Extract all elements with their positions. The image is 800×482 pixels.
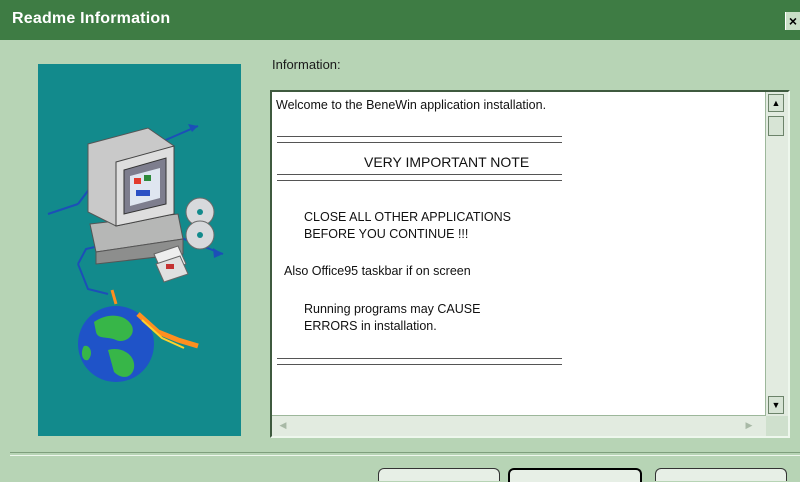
setup-illustration	[38, 64, 241, 436]
close-apps-line2: BEFORE YOU CONTINUE !!!	[304, 227, 469, 241]
close-button[interactable]: ×	[785, 12, 800, 30]
next-button[interactable]	[508, 468, 642, 482]
running-programs-line1: Running programs may CAUSE	[304, 302, 481, 316]
close-apps-line1: CLOSE ALL OTHER APPLICATIONS	[304, 210, 512, 224]
scroll-thumb[interactable]	[768, 116, 784, 136]
cd-icon	[185, 197, 215, 250]
welcome-text: Welcome to the BeneWin application insta…	[276, 98, 547, 112]
back-button[interactable]	[378, 468, 500, 481]
cancel-button[interactable]	[655, 468, 787, 481]
scrollbar-corner	[766, 416, 788, 436]
running-programs-line2: ERRORS in installation.	[304, 319, 437, 333]
scroll-up-button[interactable]: ▲	[768, 94, 784, 112]
office-taskbar-note: Also Office95 taskbar if on screen	[284, 264, 471, 278]
footer-divider	[10, 452, 800, 456]
information-label: Information:	[272, 57, 341, 72]
computer-icon	[87, 127, 184, 265]
separator-line	[277, 136, 562, 143]
setup-illustration-art	[47, 124, 224, 382]
readme-textbox[interactable]: Welcome to the BeneWin application insta…	[270, 90, 790, 438]
window-title: Readme Information	[12, 10, 171, 27]
scroll-right-button[interactable]: ▶	[742, 418, 756, 432]
title-bar[interactable]: Readme Information ×	[0, 0, 800, 40]
globe-icon	[78, 289, 199, 382]
separator-line	[277, 174, 562, 181]
note-heading: VERY IMPORTANT NOTE	[364, 154, 530, 170]
vertical-scrollbar[interactable]: ▲ ▼	[765, 92, 788, 418]
horizontal-scrollbar[interactable]: ◀ ▶	[272, 415, 766, 436]
separator-line	[277, 358, 562, 365]
readme-content: Welcome to the BeneWin application insta…	[274, 94, 760, 418]
readme-dialog: Readme Information × Information: Welcom…	[0, 0, 800, 482]
scroll-left-button[interactable]: ◀	[276, 418, 290, 432]
scroll-down-button[interactable]: ▼	[768, 396, 784, 414]
